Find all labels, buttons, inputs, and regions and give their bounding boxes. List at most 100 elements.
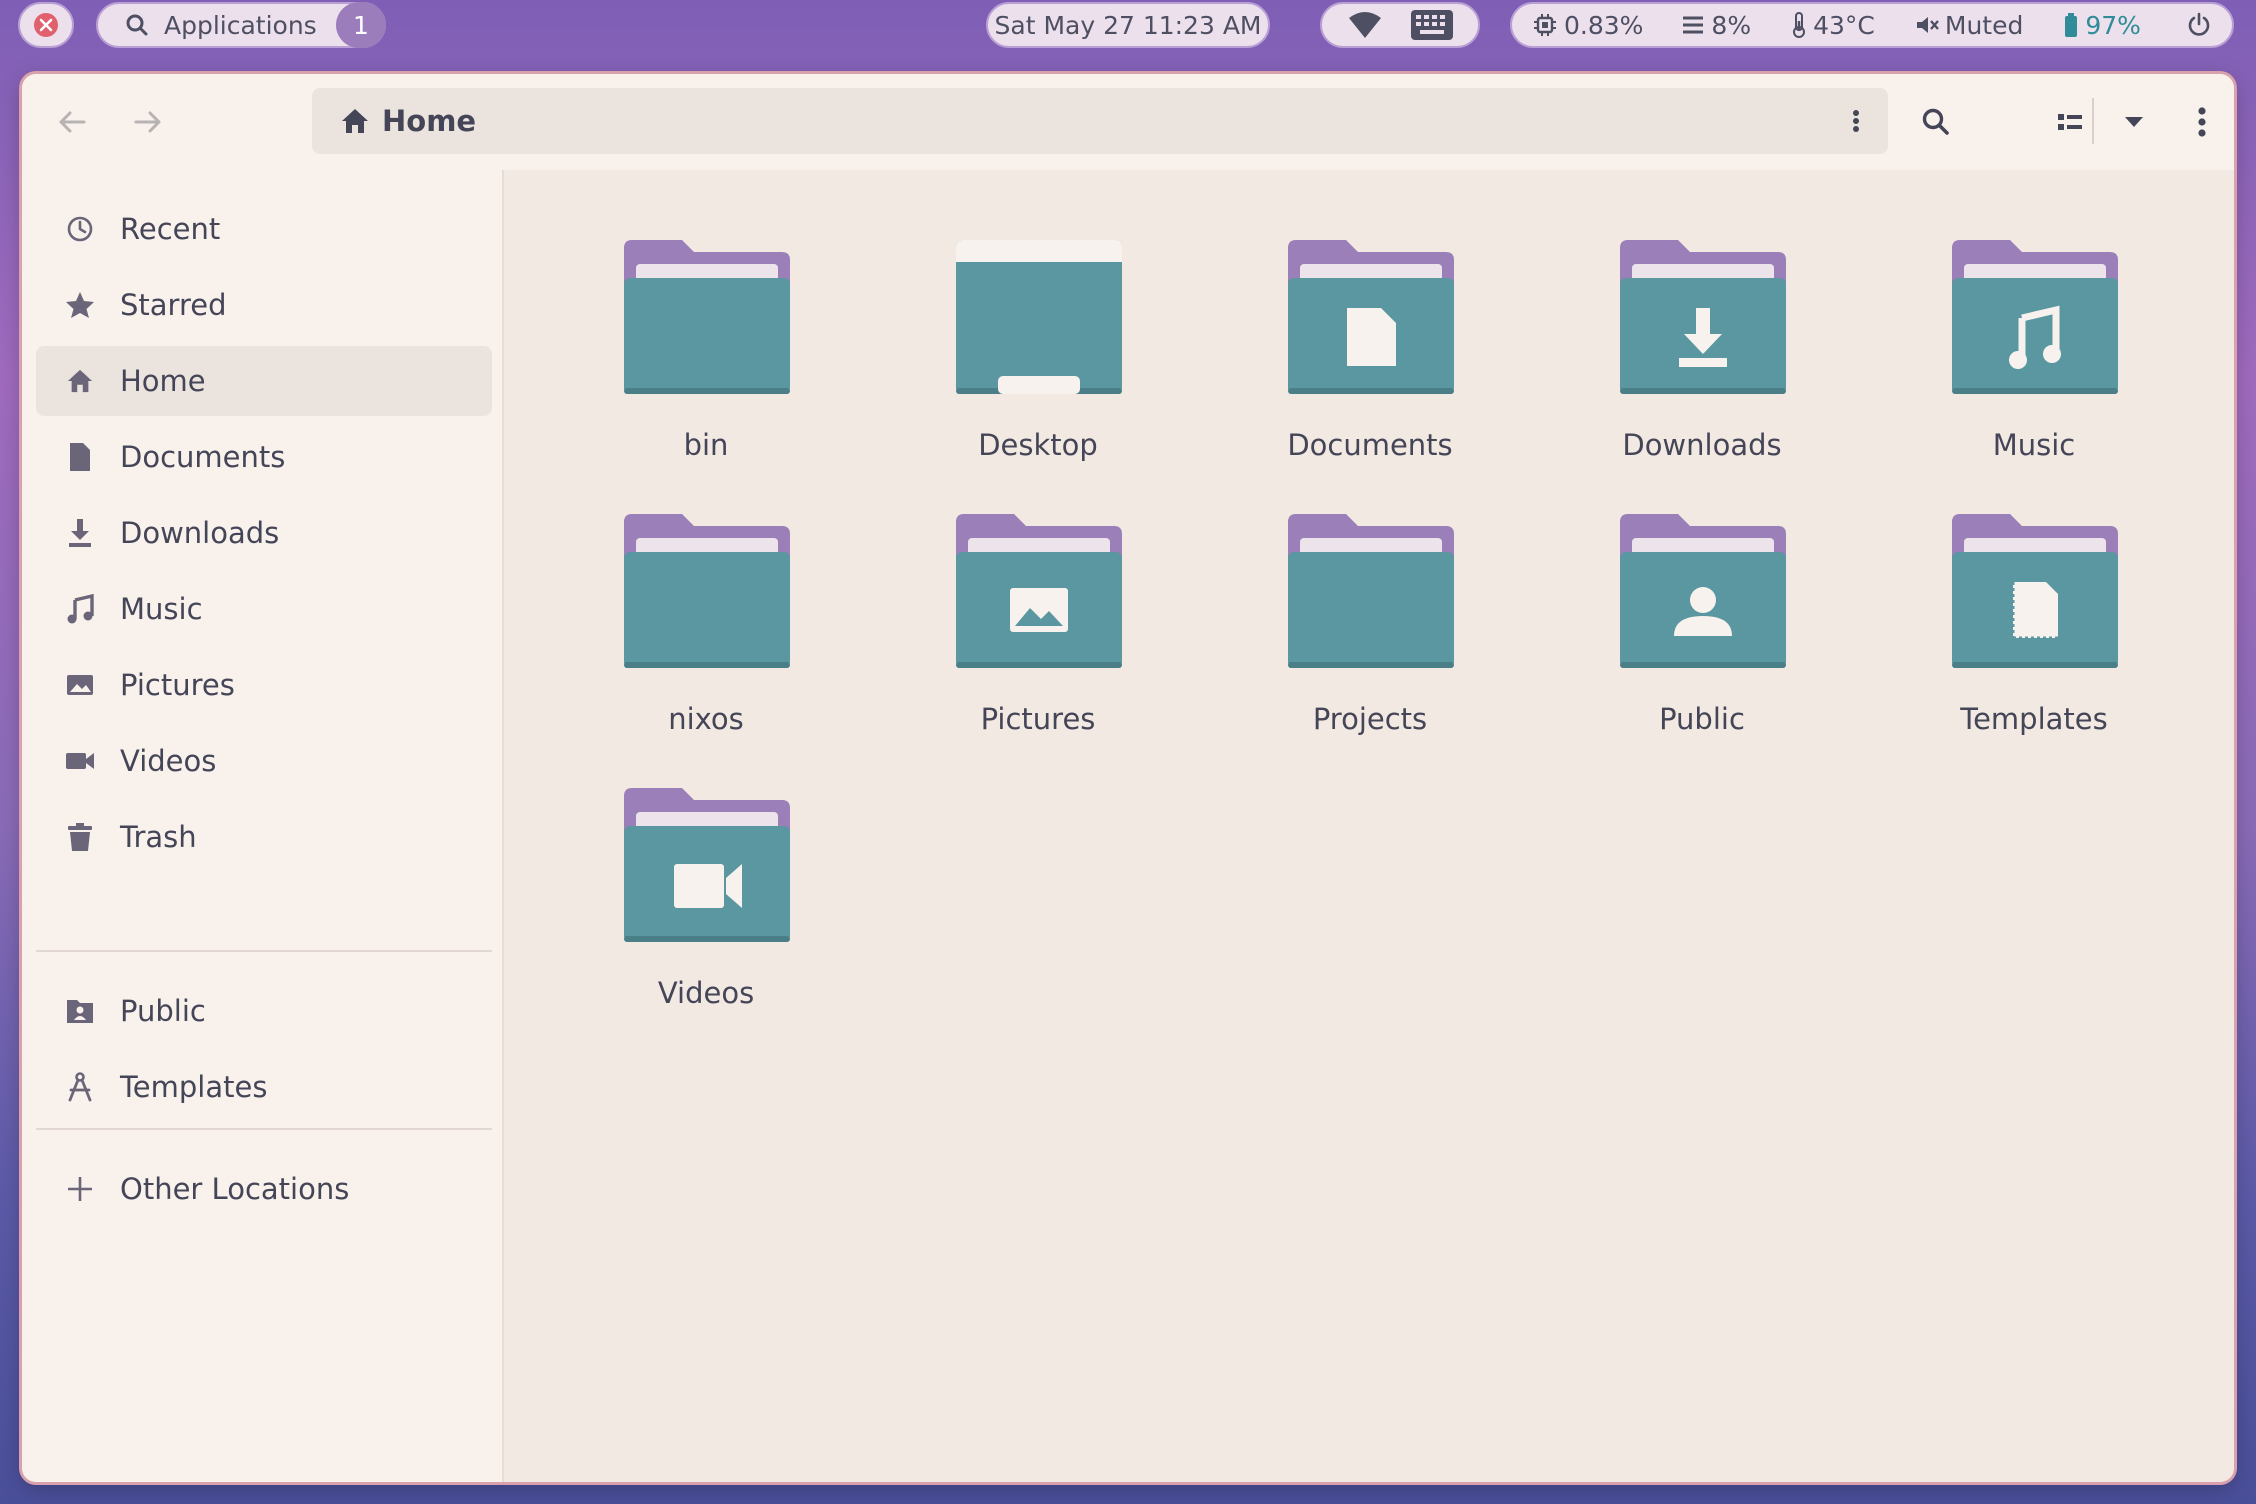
folder-item-pictures[interactable]: Pictures <box>872 512 1204 772</box>
sidebar-item-label: Other Locations <box>120 1172 350 1206</box>
breadcrumb-home[interactable]: Home <box>382 104 476 138</box>
file-name: Projects <box>1312 702 1428 736</box>
music-icon <box>60 594 100 624</box>
power-icon[interactable] <box>2186 12 2212 38</box>
folder-item-videos[interactable]: Videos <box>540 786 872 1046</box>
image-icon <box>60 672 100 698</box>
sidebar-item-label: Music <box>120 592 203 626</box>
battery-indicator[interactable]: 97% <box>2063 11 2141 40</box>
folder-item-downloads[interactable]: Downloads <box>1536 238 1868 498</box>
sidebar-item-trash[interactable]: Trash <box>36 802 492 872</box>
sidebar-item-templates[interactable]: Templates <box>36 1052 492 1122</box>
arrow-right-icon <box>134 111 161 133</box>
view-options-button[interactable] <box>2114 96 2154 148</box>
sidebar-item-label: Recent <box>120 212 221 246</box>
list-view-icon <box>2058 114 2082 130</box>
battery-icon <box>2065 13 2078 37</box>
path-bar[interactable]: Home <box>312 88 1888 154</box>
memory-value: 8% <box>1711 10 1752 40</box>
sidebar-item-other-locations[interactable]: Other Locations <box>36 1154 492 1224</box>
sidebar-item-documents[interactable]: Documents <box>36 422 492 492</box>
thermometer-icon <box>1793 12 1806 38</box>
folder-item-templates[interactable]: Templates <box>1868 512 2200 772</box>
tray-pill <box>1320 2 1480 48</box>
folder-item-bin[interactable]: bin <box>540 238 872 498</box>
file-name: Pictures <box>980 702 1096 736</box>
back-button[interactable] <box>46 96 98 148</box>
sidebar-item-downloads[interactable]: Downloads <box>36 498 492 568</box>
folder-item-documents[interactable]: Documents <box>1204 238 1536 498</box>
file-name: Music <box>1992 428 2076 462</box>
path-menu-button[interactable] <box>1848 105 1864 137</box>
video-camera-icon <box>60 749 100 773</box>
view-toggle-button[interactable] <box>2042 96 2098 148</box>
close-icon <box>34 13 58 37</box>
close-button[interactable] <box>18 2 74 48</box>
sidebar-item-public[interactable]: Public <box>36 976 492 1046</box>
chevron-down-icon <box>2125 117 2143 127</box>
sidebar-item-label: Downloads <box>120 516 280 550</box>
keyboard-icon[interactable] <box>1410 9 1454 41</box>
sidebar-item-pictures[interactable]: Pictures <box>36 650 492 720</box>
documents-folder-icon <box>1288 240 1454 394</box>
volume-indicator[interactable]: Muted <box>1915 11 2023 40</box>
speaker-muted-icon <box>1916 17 1939 33</box>
folder-icon <box>624 514 790 668</box>
sidebar-item-videos[interactable]: Videos <box>36 726 492 796</box>
file-name: Public <box>1659 702 1745 736</box>
file-name: Desktop <box>978 428 1098 462</box>
downloads-folder-icon <box>1620 240 1786 394</box>
plus-icon <box>60 1175 100 1203</box>
main-menu-button[interactable] <box>2184 96 2220 148</box>
sidebar-item-home[interactable]: Home <box>36 346 492 416</box>
sidebar-item-label: Documents <box>120 440 286 474</box>
battery-value: 97% <box>2085 10 2141 40</box>
file-manager-window: Home Recent Starred Home Documents Downl… <box>22 74 2234 1482</box>
memory-indicator[interactable]: 8% <box>1681 11 1751 40</box>
temperature-indicator[interactable]: 43°C <box>1791 11 1875 40</box>
folder-item-music[interactable]: Music <box>1868 238 2200 498</box>
file-name: Videos <box>657 976 755 1010</box>
status-pill: 0.83% 8% 43°C Muted 97% <box>1510 2 2234 48</box>
clock-icon <box>60 215 100 243</box>
sidebar-item-label: Public <box>120 994 206 1028</box>
trash-icon <box>60 822 100 852</box>
folder-item-nixos[interactable]: nixos <box>540 512 872 772</box>
file-name: bin <box>683 428 729 462</box>
desktop-icon <box>956 240 1122 394</box>
search-button[interactable] <box>1910 96 1962 148</box>
templates-icon <box>60 1072 100 1102</box>
pictures-folder-icon <box>956 514 1122 668</box>
clock-button[interactable]: Sat May 27 11:23 AM <box>986 2 1270 48</box>
folder-item-public[interactable]: Public <box>1536 512 1868 772</box>
search-icon <box>126 14 148 36</box>
sidebar: Recent Starred Home Documents Downloads <box>22 170 504 1482</box>
applications-label: Applications <box>164 10 317 40</box>
sidebar-separator <box>36 950 492 952</box>
file-grid: bin Desktop Documents Downloads Music ni… <box>504 170 2234 1482</box>
folder-icon <box>624 240 790 394</box>
workspace-indicator[interactable]: 1 <box>336 2 386 48</box>
download-icon <box>60 518 100 548</box>
public-folder-icon <box>1620 514 1786 668</box>
volume-value: Muted <box>1944 10 2024 40</box>
applications-button[interactable]: Applications 1 <box>96 2 386 48</box>
view-separator <box>2092 98 2094 144</box>
sidebar-item-label: Templates <box>120 1070 268 1104</box>
file-name: Documents <box>1287 428 1453 462</box>
clock-label: Sat May 27 11:23 AM <box>994 10 1262 40</box>
folder-item-projects[interactable]: Projects <box>1204 512 1536 772</box>
sidebar-item-label: Starred <box>120 288 227 322</box>
sidebar-item-music[interactable]: Music <box>36 574 492 644</box>
sidebar-separator <box>36 1128 492 1130</box>
folder-item-desktop[interactable]: Desktop <box>872 238 1204 498</box>
document-icon <box>60 442 100 472</box>
wifi-icon[interactable] <box>1348 12 1382 38</box>
cpu-indicator[interactable]: 0.83% <box>1532 11 1643 40</box>
forward-button[interactable] <box>122 96 174 148</box>
arrow-left-icon <box>59 111 86 133</box>
sidebar-item-recent[interactable]: Recent <box>36 194 492 264</box>
sidebar-item-starred[interactable]: Starred <box>36 270 492 340</box>
videos-folder-icon <box>624 788 790 942</box>
memory-icon <box>1683 16 1704 34</box>
